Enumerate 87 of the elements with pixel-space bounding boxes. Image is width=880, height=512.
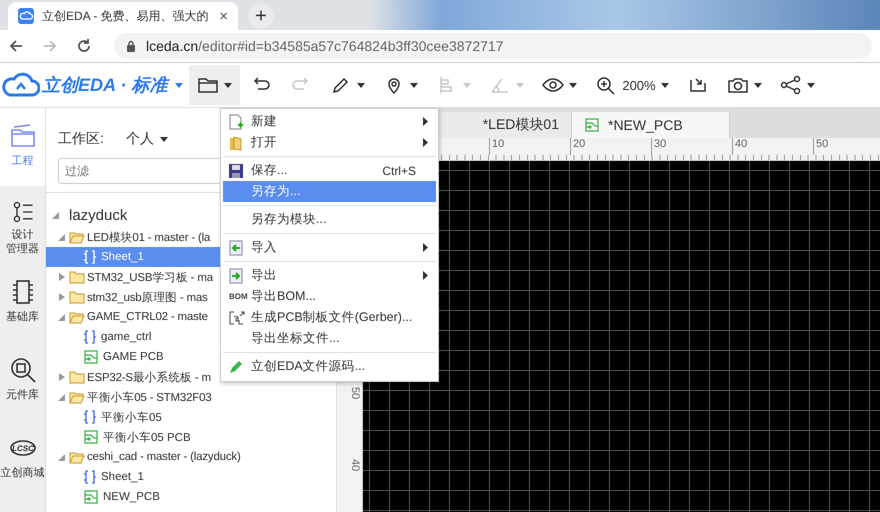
reload-icon[interactable] xyxy=(76,38,92,54)
caret-icon xyxy=(754,82,762,88)
pcb-icon xyxy=(84,350,98,364)
collapsed-icon[interactable] xyxy=(58,373,65,381)
file-item[interactable]: 平衡小车05 PCB xyxy=(46,427,336,447)
forward-icon[interactable] xyxy=(42,38,58,54)
folder-tool[interactable] xyxy=(189,65,240,105)
sidebar-item[interactable]: LCSC 立创商城 xyxy=(0,420,45,498)
expanded-icon[interactable] xyxy=(58,313,65,321)
pcb-icon xyxy=(84,430,98,444)
gerber-icon xyxy=(229,310,245,324)
ruler-label: 10 xyxy=(489,138,507,155)
pcb-icon xyxy=(584,118,600,132)
caret-icon xyxy=(160,136,168,142)
ruler-label: 20 xyxy=(570,138,588,155)
cloud-icon xyxy=(2,72,40,98)
ruler-label: 30 xyxy=(651,138,669,155)
share-icon xyxy=(780,75,802,95)
folder-icon xyxy=(69,310,85,324)
project-item[interactable]: 平衡小车05 - STM32F03 xyxy=(46,387,336,407)
sidebar-item[interactable]: 工程 xyxy=(0,108,45,186)
export-icon xyxy=(229,268,243,284)
zoom-in-icon xyxy=(595,75,618,95)
ruler-label: 40 xyxy=(732,138,750,155)
caret-icon xyxy=(660,82,669,88)
caret-icon xyxy=(224,82,232,88)
new-tab-button[interactable]: + xyxy=(248,3,274,29)
expanded-icon[interactable] xyxy=(58,393,65,401)
folder-icon xyxy=(69,230,85,244)
file-item[interactable]: 平衡小车05 xyxy=(46,407,336,427)
project-item[interactable]: ceshi_cad - master - (lazyduck) xyxy=(46,447,336,467)
menu-item[interactable]: 导出坐标文件... xyxy=(223,328,436,349)
schematic-icon xyxy=(84,469,96,485)
expanded-icon[interactable] xyxy=(58,453,65,461)
address-field[interactable]: lceda.cn/editor#id=b34585a57c764824b3ff30cee3872717 xyxy=(114,33,872,59)
menu-item[interactable]: 立创EDA文件源码... xyxy=(223,356,436,377)
collapsed-icon[interactable] xyxy=(58,293,65,301)
folder-icon xyxy=(69,270,85,284)
app-logo[interactable]: 立创EDA · 标准 xyxy=(0,72,188,98)
menu-item[interactable]: 导出 xyxy=(223,265,436,286)
folder-icon xyxy=(69,390,85,404)
close-button[interactable]: × xyxy=(219,8,228,24)
file-item[interactable]: NEW_PCB xyxy=(46,487,336,507)
workspace-label: 工作区: xyxy=(58,130,104,148)
caret-icon xyxy=(569,82,578,88)
zoom-tool[interactable]: 200% xyxy=(587,65,677,105)
owner-label: lazyduck xyxy=(69,206,128,224)
back-icon[interactable] xyxy=(8,38,24,54)
schematic-icon xyxy=(84,409,96,425)
caret-icon xyxy=(516,82,524,88)
tab-title: 立创EDA - 免费、易用、强大的 xyxy=(42,8,210,24)
caret-icon xyxy=(463,82,472,88)
menu-item[interactable]: 生成PCB制板文件(Gerber)... xyxy=(223,307,436,328)
folder-icon xyxy=(69,370,85,384)
menu-item[interactable]: 另存为模块... xyxy=(223,209,436,230)
folder-icon xyxy=(229,134,243,150)
folder-icon xyxy=(8,122,36,150)
lock-icon xyxy=(126,40,136,52)
caret-icon xyxy=(806,82,815,88)
schematic-icon xyxy=(84,249,96,265)
ruler-label: 50 xyxy=(813,138,831,155)
caret-icon xyxy=(410,82,418,88)
new-file-icon xyxy=(229,114,243,130)
pencil-icon xyxy=(229,360,243,374)
expand-icon[interactable] xyxy=(52,212,59,218)
schematic-icon xyxy=(84,329,96,345)
ruler-label: 40 xyxy=(349,459,361,473)
search-icon xyxy=(8,356,36,384)
workspace-dropdown[interactable]: 个人 xyxy=(126,130,168,148)
bom-icon: BOM xyxy=(229,292,248,301)
caret-icon xyxy=(357,82,366,88)
caret-icon xyxy=(175,82,184,88)
import-icon xyxy=(229,240,243,256)
sidebar-item[interactable]: 设计 管理器 xyxy=(0,186,45,264)
sidebar-item[interactable]: 基础库 xyxy=(0,264,45,342)
pcb-icon xyxy=(84,490,98,504)
folder-icon xyxy=(69,290,85,304)
sidebar-item[interactable]: 元件库 xyxy=(0,342,45,420)
collapsed-icon[interactable] xyxy=(58,273,65,281)
file-item[interactable]: Sheet_1 xyxy=(46,467,336,487)
menu-item[interactable]: BOM 导出BOM... xyxy=(223,286,436,307)
editor-tab[interactable]: *NEW_PCB xyxy=(572,112,730,138)
browser-tab[interactable]: 立创EDA - 免费、易用、强大的 × xyxy=(8,2,238,30)
expanded-icon[interactable] xyxy=(58,233,65,241)
cloud-icon xyxy=(18,8,34,24)
ruler-label: 50 xyxy=(349,387,361,401)
folder-icon xyxy=(69,450,85,464)
